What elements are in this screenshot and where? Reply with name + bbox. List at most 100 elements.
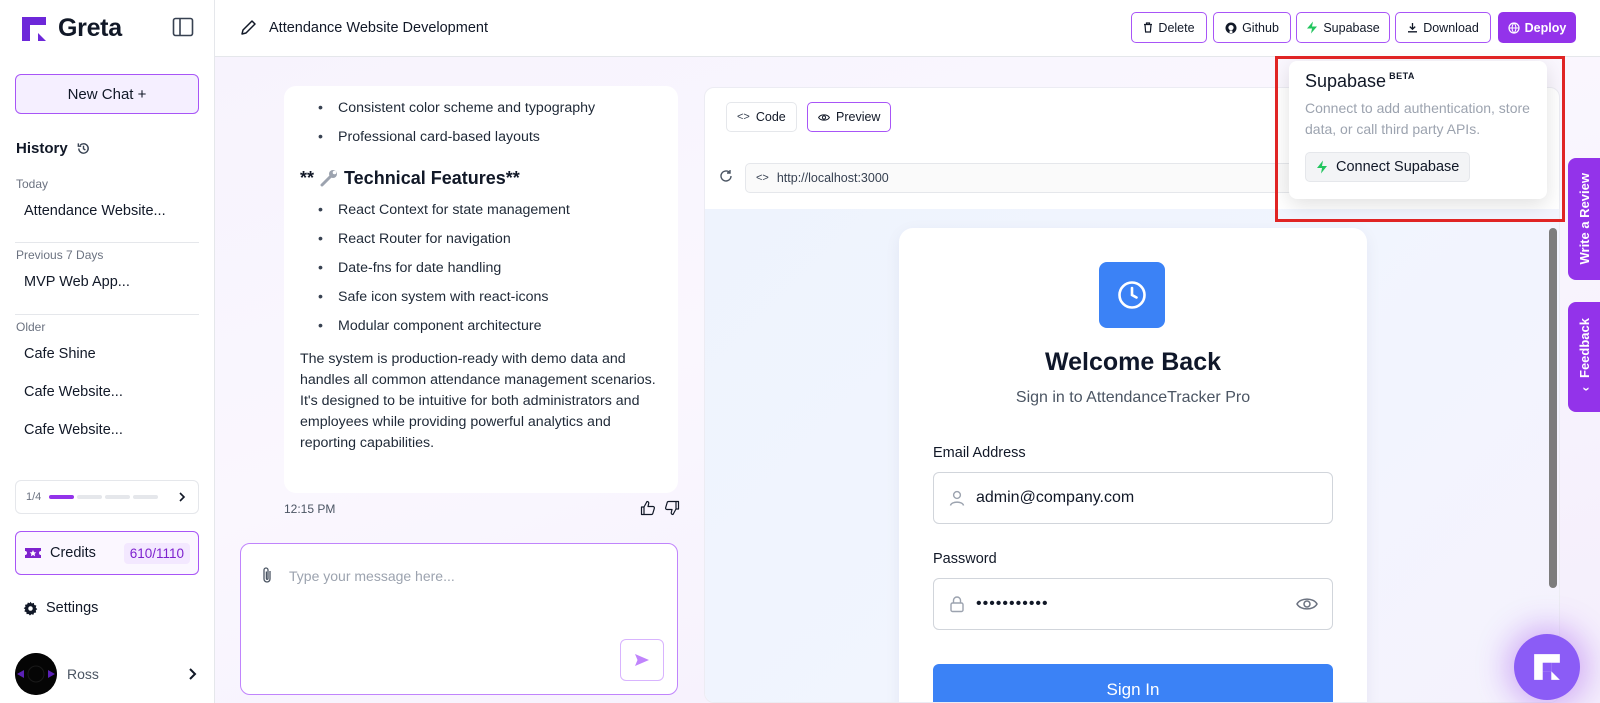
send-button[interactable] (620, 639, 664, 681)
message-timestamp: 12:15 PM (284, 502, 336, 516)
download-label: Download (1423, 20, 1479, 35)
settings-label: Settings (46, 600, 99, 616)
deploy-button[interactable]: Deploy (1498, 12, 1576, 43)
write-review-tab[interactable]: Write a Review (1568, 158, 1600, 280)
heading-prefix: ** (300, 167, 315, 188)
email-label: Email Address (933, 445, 1026, 461)
feedback-tab[interactable]: ‹ Feedback (1568, 302, 1600, 412)
write-review-label: Write a Review (1576, 173, 1592, 265)
delete-button[interactable]: Delete (1131, 12, 1207, 43)
history-group-older: Older Cafe Shine Cafe Website... Cafe We… (16, 320, 199, 454)
pager-next-icon[interactable] (176, 491, 188, 503)
password-label: Password (933, 551, 997, 567)
refresh-icon[interactable] (719, 169, 733, 183)
pager-bar (49, 495, 75, 499)
download-button[interactable]: Download (1395, 12, 1491, 43)
credits-panel[interactable]: Credits 610/1110 (15, 531, 199, 575)
pager-bar (105, 495, 131, 499)
brand[interactable]: Greta (20, 14, 122, 43)
eye-icon (818, 113, 830, 121)
history-item[interactable]: Cafe Shine (16, 340, 199, 368)
supabase-icon (1307, 21, 1318, 34)
history-group-label: Older (16, 320, 46, 334)
assistant-message: Consistent color scheme and typography P… (284, 86, 678, 493)
history-group-previous-7-days: Previous 7 Days MVP Web App... (16, 248, 199, 306)
summary-paragraph: The system is production-ready with demo… (300, 351, 656, 451)
email-value: admin@company.com (976, 489, 1135, 506)
chevron-right-icon[interactable] (185, 667, 199, 681)
greta-logo-icon (1534, 654, 1560, 680)
history-pager: 1/4 (15, 480, 199, 514)
code-icon: <> (756, 172, 769, 184)
supabase-button[interactable]: Supabase (1296, 12, 1390, 43)
wrench-icon (320, 170, 338, 187)
heading-text: Technical Features** (344, 167, 520, 188)
message-input-placeholder: Type your message here... (289, 568, 455, 584)
github-button[interactable]: Github (1213, 12, 1291, 43)
brand-name: Greta (58, 14, 122, 42)
sign-in-button[interactable]: Sign In (933, 664, 1333, 702)
login-title: Welcome Back (1044, 348, 1221, 376)
ticket-icon (25, 548, 41, 558)
tab-code-label: Code (755, 110, 786, 124)
avatar-image (15, 653, 57, 695)
gear-icon (23, 601, 38, 615)
history-item[interactable]: Cafe Website... (16, 416, 199, 444)
list-item: Safe icon system with react-icons (300, 283, 662, 312)
user-profile[interactable]: Ross (15, 653, 199, 695)
topbar: Attendance Website Development Delete Gi… (215, 0, 1600, 57)
tab-code[interactable]: <> Code (726, 102, 797, 132)
pager-label: 1/4 (26, 491, 42, 503)
settings-link[interactable]: Settings (23, 600, 98, 616)
assistant-fab[interactable] (1514, 634, 1580, 700)
preview-url: http://localhost:3000 (776, 171, 889, 185)
history-group-today: Today Attendance Website... (16, 177, 199, 235)
history-item[interactable]: MVP Web App... (16, 268, 199, 296)
deploy-label: Deploy (1524, 20, 1567, 35)
feature-list-design: Consistent color scheme and typography P… (300, 94, 662, 152)
password-value: ••••••••••• (976, 595, 1049, 612)
project-title[interactable]: Attendance Website Development (240, 19, 488, 36)
feedback-text: Feedback (1576, 317, 1592, 378)
preview-scrollbar[interactable] (1549, 228, 1557, 588)
lock-icon (950, 596, 964, 613)
code-icon: <> (737, 111, 750, 123)
supabase-label: Supabase (1323, 20, 1380, 35)
pager-bar (77, 495, 103, 499)
message-composer[interactable]: Type your message here... (240, 543, 678, 695)
thumbs-up-icon[interactable] (640, 500, 656, 516)
list-item: Consistent color scheme and typography (300, 94, 662, 123)
paperclip-icon[interactable] (261, 566, 273, 584)
credits-label: Credits (50, 545, 96, 561)
show-password-icon[interactable] (1296, 596, 1318, 612)
sidebar-toggle-icon[interactable] (172, 17, 194, 37)
history-icon (77, 143, 89, 154)
login-card: Welcome Back Sign in to AttendanceTracke… (899, 228, 1367, 702)
new-chat-button[interactable]: New Chat + (15, 74, 199, 114)
delete-label: Delete (1158, 20, 1195, 35)
history-label: History (16, 140, 68, 157)
divider (15, 242, 199, 243)
project-title-text: Attendance Website Development (269, 19, 488, 36)
app-logo (1099, 262, 1165, 328)
list-item: Date-fns for date handling (300, 254, 662, 283)
list-item: React Router for navigation (300, 225, 662, 254)
tab-preview[interactable]: Preview (807, 102, 892, 132)
thumbs-down-icon[interactable] (664, 500, 680, 516)
highlight-box (1275, 56, 1565, 222)
globe-icon (1508, 21, 1520, 34)
divider (15, 314, 199, 315)
password-field[interactable]: ••••••••••• (933, 578, 1333, 630)
login-subtitle: Sign in to AttendanceTracker Pro (1015, 389, 1251, 406)
email-field[interactable]: admin@company.com (933, 472, 1333, 524)
clock-icon (1118, 281, 1146, 309)
list-item: Modular component architecture (300, 312, 662, 341)
credits-value: 610/1110 (123, 542, 190, 564)
history-item[interactable]: Cafe Website... (16, 378, 199, 406)
history-item[interactable]: Attendance Website... (16, 197, 199, 225)
send-icon (635, 654, 649, 666)
chevron-left-icon: ‹ (1577, 386, 1592, 391)
sidebar: Greta New Chat + History Today Attendanc… (0, 0, 215, 703)
pager-bar (133, 495, 159, 499)
user-name: Ross (67, 666, 99, 682)
